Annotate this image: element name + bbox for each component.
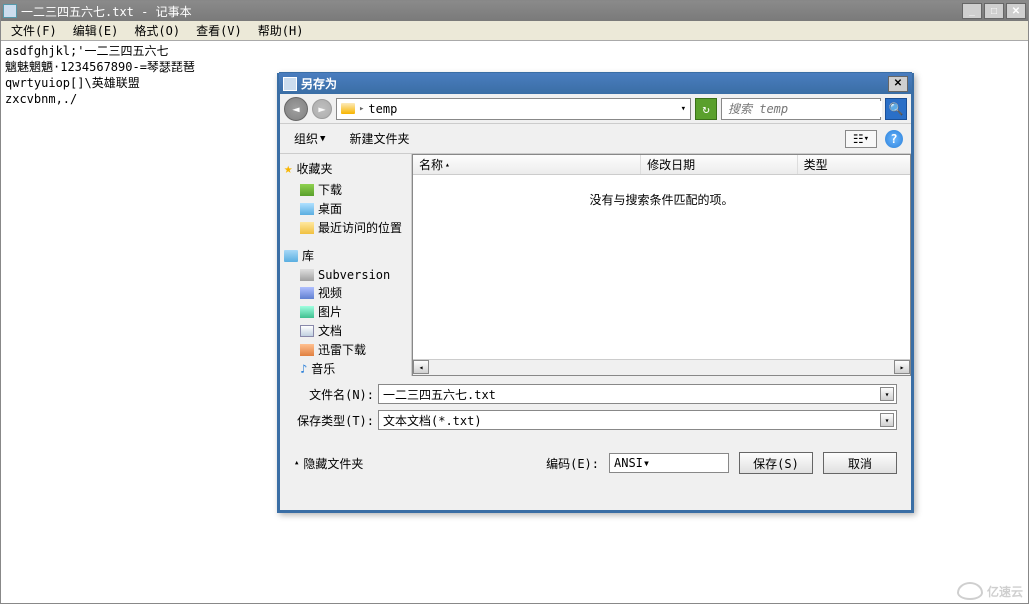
list-header: 名称 ▴ 修改日期 类型 <box>413 155 910 175</box>
watermark: 亿速云 <box>957 582 1023 600</box>
star-icon: ★ <box>284 161 292 177</box>
tree-item-downloads[interactable]: 下载 <box>284 180 407 199</box>
body-panes: ★收藏夹 下载 桌面 最近访问的位置 库 Subversion 视频 图片 文档… <box>280 154 911 376</box>
toolbar: 组织 ▼ 新建文件夹 ☷ ▾ ? <box>280 124 911 154</box>
search-button[interactable]: 🔍 <box>885 98 907 120</box>
organize-button[interactable]: 组织 ▼ <box>288 128 331 149</box>
bottom-form: 文件名(N): 一二三四五六七.txt ▾ 保存类型(T): 文本文档(*.tx… <box>280 376 911 440</box>
new-folder-button[interactable]: 新建文件夹 <box>343 128 415 149</box>
folder-icon <box>341 103 355 114</box>
breadcrumb-dropdown-icon[interactable]: ▾ <box>681 104 686 114</box>
close-button[interactable]: ✕ <box>1006 3 1026 19</box>
menubar: 文件(F) 编辑(E) 格式(O) 查看(V) 帮助(H) <box>1 21 1028 41</box>
nav-row: ◄ ► ▸ temp ▾ ↻ 🔍 <box>280 94 911 124</box>
music-icon: ♪ <box>300 362 307 376</box>
scroll-track[interactable] <box>429 360 894 375</box>
column-name[interactable]: 名称 ▴ <box>413 155 641 174</box>
recent-icon <box>300 222 314 234</box>
minimize-button[interactable]: _ <box>962 3 982 19</box>
tree-item-videos[interactable]: 视频 <box>284 283 407 302</box>
dropdown-icon[interactable]: ▾ <box>880 387 894 401</box>
filename-label: 文件名(N): <box>294 386 378 403</box>
file-list-pane: 名称 ▴ 修改日期 类型 没有与搜索条件匹配的项。 ◂ ▸ <box>412 154 911 376</box>
help-button[interactable]: ? <box>885 130 903 148</box>
nav-forward-button[interactable]: ► <box>312 99 332 119</box>
xunlei-icon <box>300 344 314 356</box>
filetype-select[interactable]: 文本文档(*.txt) ▾ <box>378 410 897 430</box>
tree-item-recent[interactable]: 最近访问的位置 <box>284 218 407 237</box>
save-button[interactable]: 保存(S) <box>739 452 813 474</box>
desktop-icon <box>300 203 314 215</box>
video-icon <box>300 287 314 299</box>
hide-folders-toggle[interactable]: ▴ 隐藏文件夹 <box>294 455 363 472</box>
notepad-icon <box>3 4 17 18</box>
download-icon <box>300 184 314 196</box>
list-body: 没有与搜索条件匹配的项。 <box>413 175 910 359</box>
menu-help[interactable]: 帮助(H) <box>252 20 310 41</box>
nav-back-button[interactable]: ◄ <box>284 97 308 121</box>
view-mode-button[interactable]: ☷ ▾ <box>845 130 877 148</box>
menu-file[interactable]: 文件(F) <box>5 20 63 41</box>
notepad-title: 一二三四五六七.txt - 记事本 <box>21 3 962 20</box>
dialog-icon <box>283 77 297 91</box>
horizontal-scrollbar[interactable]: ◂ ▸ <box>413 359 910 375</box>
encoding-label: 编码(E): <box>546 455 599 472</box>
scroll-right-button[interactable]: ▸ <box>894 360 910 374</box>
menu-format[interactable]: 格式(O) <box>128 20 186 41</box>
dialog-title: 另存为 <box>301 75 888 92</box>
action-row: ▴ 隐藏文件夹 编码(E): ANSI ▾ 保存(S) 取消 <box>280 440 911 484</box>
tree-item-pictures[interactable]: 图片 <box>284 302 407 321</box>
tree-item-music[interactable]: ♪音乐 <box>284 359 407 376</box>
dropdown-icon[interactable]: ▾ <box>643 456 650 470</box>
filetype-label: 保存类型(T): <box>294 412 378 429</box>
tree-item-documents[interactable]: 文档 <box>284 321 407 340</box>
tree-item-desktop[interactable]: 桌面 <box>284 199 407 218</box>
empty-message: 没有与搜索条件匹配的项。 <box>589 191 733 208</box>
search-box <box>721 98 881 120</box>
document-icon <box>300 325 314 337</box>
column-date[interactable]: 修改日期 <box>641 155 797 174</box>
chevron-right-icon: ▸ <box>359 104 364 114</box>
dropdown-icon[interactable]: ▾ <box>880 413 894 427</box>
refresh-button[interactable]: ↻ <box>695 98 717 120</box>
filename-input[interactable]: 一二三四五六七.txt ▾ <box>378 384 897 404</box>
menu-edit[interactable]: 编辑(E) <box>67 20 125 41</box>
dialog-close-button[interactable]: ✕ <box>888 76 908 92</box>
scroll-left-button[interactable]: ◂ <box>413 360 429 374</box>
cancel-button[interactable]: 取消 <box>823 452 897 474</box>
encoding-select[interactable]: ANSI ▾ <box>609 453 729 473</box>
menu-view[interactable]: 查看(V) <box>190 20 248 41</box>
tree-item-subversion[interactable]: Subversion <box>284 267 407 283</box>
chevron-down-icon: ▼ <box>320 134 325 144</box>
sort-asc-icon: ▴ <box>445 160 450 169</box>
notepad-titlebar[interactable]: 一二三四五六七.txt - 记事本 _ □ ✕ <box>1 1 1028 21</box>
libraries-icon <box>284 250 298 262</box>
column-type[interactable]: 类型 <box>798 155 910 174</box>
tree-favorites-header[interactable]: ★收藏夹 <box>284 160 407 177</box>
tree-item-xunlei[interactable]: 迅雷下载 <box>284 340 407 359</box>
save-as-dialog: 另存为 ✕ ◄ ► ▸ temp ▾ ↻ 🔍 组织 ▼ 新建文件夹 ☷ ▾ ? … <box>277 73 914 513</box>
picture-icon <box>300 306 314 318</box>
breadcrumb-folder[interactable]: temp <box>368 102 397 116</box>
watermark-icon <box>957 582 983 600</box>
dialog-titlebar[interactable]: 另存为 ✕ <box>279 72 912 94</box>
maximize-button[interactable]: □ <box>984 3 1004 19</box>
tree-pane: ★收藏夹 下载 桌面 最近访问的位置 库 Subversion 视频 图片 文档… <box>280 154 412 376</box>
search-input[interactable] <box>726 101 882 117</box>
tree-libraries-header[interactable]: 库 <box>284 247 407 264</box>
subversion-icon <box>300 269 314 281</box>
chevron-up-icon: ▴ <box>294 458 299 468</box>
breadcrumb[interactable]: ▸ temp ▾ <box>336 98 691 120</box>
